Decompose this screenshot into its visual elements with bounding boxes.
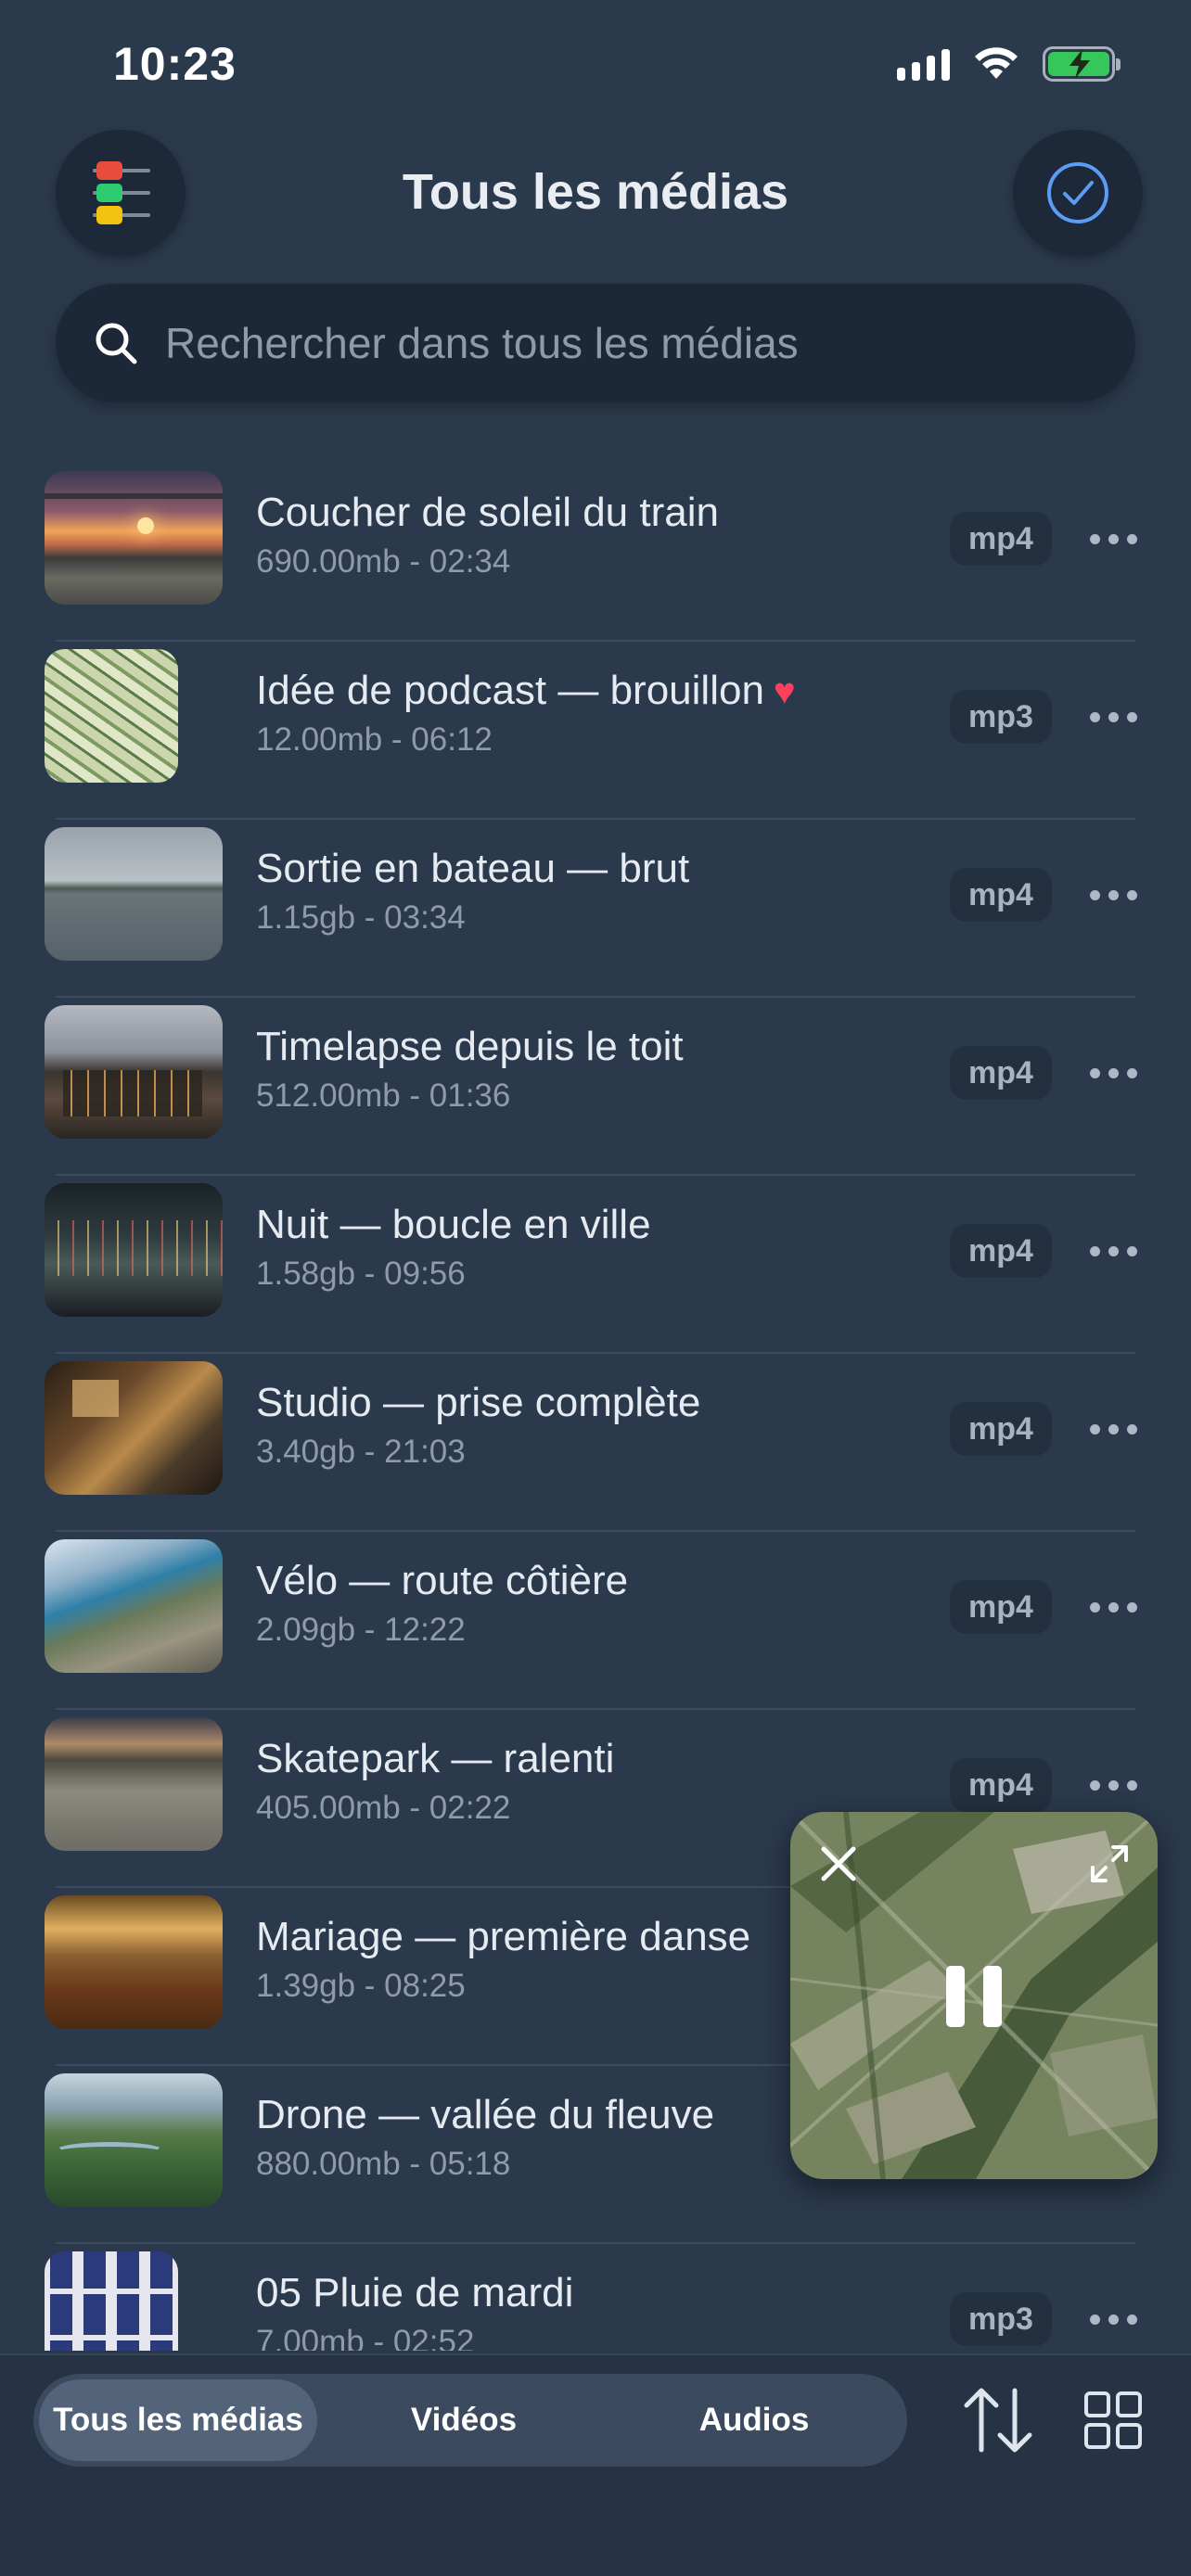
media-row[interactable]: Nuit — boucle en ville 1.58gb - 09:56 mp…	[0, 1176, 1191, 1354]
media-meta: 7.00mb - 02:52	[256, 2324, 475, 2351]
more-icon	[1089, 889, 1137, 900]
format-badge: mp4	[950, 868, 1052, 922]
more-icon	[1089, 1245, 1137, 1256]
media-title: Vélo — route côtière	[256, 1558, 629, 1603]
tab-audios[interactable]: Audios	[610, 2379, 898, 2461]
thumbnail	[45, 1717, 223, 1851]
more-button[interactable]	[1080, 1224, 1146, 1278]
mini-player[interactable]	[790, 1812, 1158, 2179]
thumbnail	[45, 827, 223, 961]
format-badge: mp4	[950, 1046, 1052, 1100]
thumbnail	[45, 1005, 223, 1139]
more-button[interactable]	[1080, 690, 1146, 744]
checkmark-circle-icon	[1047, 162, 1108, 223]
media-meta: 12.00mb - 06:12	[256, 721, 493, 758]
grid-view-button[interactable]	[1067, 2374, 1159, 2467]
media-row[interactable]: Studio — prise complète 3.40gb - 21:03 m…	[0, 1354, 1191, 1532]
media-meta: 690.00mb - 02:34	[256, 543, 511, 580]
format-badge: mp4	[950, 1758, 1052, 1812]
format-badge: mp4	[950, 512, 1052, 566]
cellular-signal-icon	[897, 47, 950, 81]
media-title: Idée de podcast — brouillon ♥	[256, 668, 796, 713]
more-icon	[1089, 1601, 1137, 1613]
media-meta: 3.40gb - 21:03	[256, 1434, 466, 1470]
media-row[interactable]: Idée de podcast — brouillon ♥ 12.00mb - 0…	[0, 642, 1191, 820]
more-icon	[1089, 1423, 1137, 1435]
bottom-bar: Tous les médias Vidéos Audios	[0, 2353, 1191, 2576]
filter-tabs: Tous les médias Vidéos Audios	[33, 2374, 907, 2467]
search-icon	[96, 323, 137, 364]
media-meta: 1.15gb - 03:34	[256, 899, 466, 936]
thumbnail	[45, 1361, 223, 1495]
pause-button[interactable]	[946, 1966, 1002, 2033]
more-button[interactable]	[1080, 1402, 1146, 1456]
status-icons	[897, 46, 1121, 82]
media-title: Timelapse depuis le toit	[256, 1024, 684, 1069]
more-icon	[1089, 711, 1137, 722]
more-button[interactable]	[1080, 1580, 1146, 1634]
media-title: Sortie en bateau — brut	[256, 846, 690, 891]
more-button[interactable]	[1080, 1758, 1146, 1812]
close-icon	[821, 1846, 856, 1881]
format-badge: mp4	[950, 1224, 1052, 1278]
more-icon	[1089, 2314, 1137, 2325]
thumbnail	[45, 2251, 178, 2351]
expand-button[interactable]	[1082, 1836, 1137, 1892]
more-icon	[1089, 533, 1137, 544]
status-bar: 10:23	[0, 0, 1191, 139]
status-time: 10:23	[113, 38, 237, 90]
media-title: Drone — vallée du fleuve	[256, 2092, 715, 2137]
more-button[interactable]	[1080, 868, 1146, 922]
more-button[interactable]	[1080, 512, 1146, 566]
format-badge: mp3	[950, 690, 1052, 744]
thumbnail	[45, 2073, 223, 2207]
media-title: Coucher de soleil du train	[256, 490, 719, 535]
thumbnail	[45, 1539, 223, 1673]
sort-button[interactable]	[952, 2374, 1044, 2467]
more-button[interactable]	[1080, 1046, 1146, 1100]
media-row[interactable]: Sortie en bateau — brut 1.15gb - 03:34 m…	[0, 820, 1191, 998]
media-row[interactable]: Timelapse depuis le toit 512.00mb - 01:3…	[0, 998, 1191, 1176]
more-icon	[1089, 1067, 1137, 1078]
media-meta: 2.09gb - 12:22	[256, 1612, 466, 1648]
battery-icon	[1043, 46, 1121, 82]
format-badge: mp4	[950, 1402, 1052, 1456]
expand-icon	[1091, 1845, 1128, 1882]
more-button[interactable]	[1080, 2292, 1146, 2346]
favorite-heart-icon: ♥	[773, 671, 796, 712]
thumbnail	[45, 1183, 223, 1317]
media-row[interactable]: 05 Pluie de mardi 7.00mb - 02:52 mp3	[0, 2244, 1191, 2351]
sort-icon	[964, 2388, 1032, 2453]
media-title: 05 Pluie de mardi	[256, 2270, 574, 2315]
media-title: Studio — prise complète	[256, 1380, 701, 1425]
media-row[interactable]: Vélo — route côtière 2.09gb - 12:22 mp4	[0, 1532, 1191, 1710]
tab-all-media[interactable]: Tous les médias	[39, 2379, 317, 2461]
search-input[interactable]	[165, 318, 1093, 368]
more-icon	[1089, 1779, 1137, 1791]
media-meta: 880.00mb - 05:18	[256, 2146, 511, 2182]
format-badge: mp3	[950, 2292, 1052, 2346]
media-meta: 1.58gb - 09:56	[256, 1256, 466, 1292]
search-bar[interactable]	[56, 284, 1135, 402]
media-meta: 405.00mb - 02:22	[256, 1790, 511, 1826]
select-button[interactable]	[1013, 130, 1143, 256]
media-title: Nuit — boucle en ville	[256, 1202, 651, 1247]
media-title: Skatepark — ralenti	[256, 1736, 615, 1781]
format-badge: mp4	[950, 1580, 1052, 1634]
media-title: Mariage — première danse	[256, 1914, 751, 1959]
media-meta: 1.39gb - 08:25	[256, 1968, 466, 2004]
media-meta: 512.00mb - 01:36	[256, 1078, 511, 1114]
tab-videos[interactable]: Vidéos	[317, 2379, 610, 2461]
wifi-icon	[975, 47, 1018, 79]
grid-icon	[1084, 2391, 1142, 2449]
media-row[interactable]: Coucher de soleil du train 690.00mb - 02…	[0, 464, 1191, 642]
pause-icon	[946, 1966, 965, 2027]
close-button[interactable]	[811, 1836, 866, 1892]
thumbnail	[45, 649, 178, 783]
thumbnail	[45, 1895, 223, 2029]
thumbnail	[45, 471, 223, 605]
